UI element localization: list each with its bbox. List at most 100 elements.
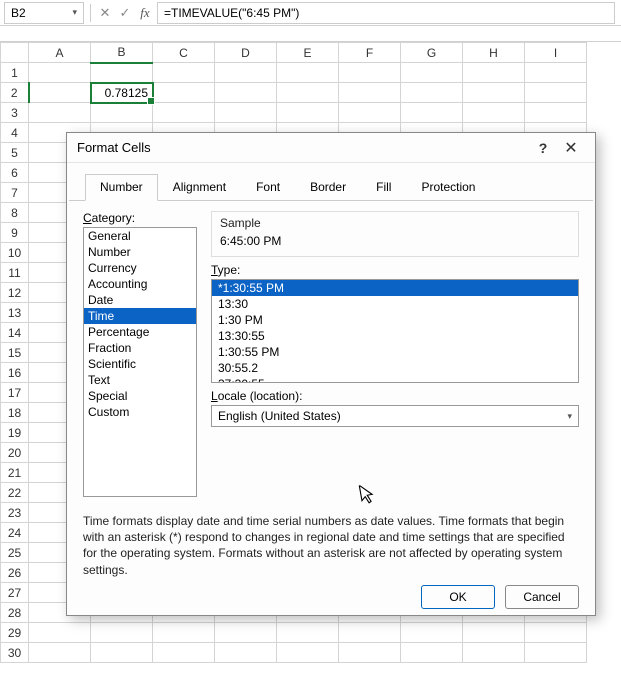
column-header[interactable]: I (525, 43, 587, 63)
cell[interactable] (401, 103, 463, 123)
cell[interactable] (463, 103, 525, 123)
row-header[interactable]: 8 (1, 203, 29, 223)
cell[interactable] (401, 83, 463, 103)
cell[interactable] (29, 83, 91, 103)
cell[interactable] (215, 63, 277, 83)
row-header[interactable]: 21 (1, 463, 29, 483)
cell[interactable] (401, 643, 463, 663)
cell[interactable] (153, 83, 215, 103)
cell[interactable] (91, 63, 153, 83)
row-header[interactable]: 26 (1, 563, 29, 583)
cell[interactable] (215, 83, 277, 103)
tab-fill[interactable]: Fill (361, 174, 406, 201)
type-item[interactable]: *1:30:55 PM (212, 280, 578, 296)
type-list[interactable]: *1:30:55 PM13:301:30 PM13:30:551:30:55 P… (211, 279, 579, 383)
row-header[interactable]: 4 (1, 123, 29, 143)
row-header[interactable]: 22 (1, 483, 29, 503)
row-header[interactable]: 14 (1, 323, 29, 343)
cancel-icon[interactable]: ✕ (97, 5, 113, 21)
type-item[interactable]: 1:30 PM (212, 312, 578, 328)
category-item[interactable]: Fraction (84, 340, 196, 356)
row-header[interactable]: 30 (1, 643, 29, 663)
column-header[interactable]: F (339, 43, 401, 63)
row-header[interactable]: 29 (1, 623, 29, 643)
row-header[interactable]: 15 (1, 343, 29, 363)
enter-icon[interactable]: ✓ (117, 5, 133, 21)
cell[interactable] (339, 103, 401, 123)
tab-alignment[interactable]: Alignment (158, 174, 241, 201)
row-header[interactable]: 18 (1, 403, 29, 423)
category-item[interactable]: Scientific (84, 356, 196, 372)
cell[interactable] (277, 623, 339, 643)
cell[interactable] (525, 623, 587, 643)
cell[interactable] (29, 103, 91, 123)
cell[interactable] (215, 643, 277, 663)
cell[interactable] (277, 643, 339, 663)
row-header[interactable]: 1 (1, 63, 29, 83)
row-header[interactable]: 9 (1, 223, 29, 243)
category-item[interactable]: Special (84, 388, 196, 404)
category-item[interactable]: Accounting (84, 276, 196, 292)
category-item[interactable]: Text (84, 372, 196, 388)
tab-number[interactable]: Number (85, 174, 158, 201)
cell[interactable] (339, 643, 401, 663)
cell[interactable] (215, 623, 277, 643)
category-item[interactable]: Number (84, 244, 196, 260)
row-header[interactable]: 10 (1, 243, 29, 263)
type-item[interactable]: 30:55.2 (212, 360, 578, 376)
type-item[interactable]: 13:30 (212, 296, 578, 312)
ok-button[interactable]: OK (421, 585, 495, 609)
cell[interactable] (525, 63, 587, 83)
cell[interactable] (29, 643, 91, 663)
column-header[interactable]: C (153, 43, 215, 63)
row-header[interactable]: 17 (1, 383, 29, 403)
formula-input[interactable]: =TIMEVALUE("6:45 PM") (157, 2, 615, 24)
cell[interactable] (277, 63, 339, 83)
cell[interactable] (525, 103, 587, 123)
row-header[interactable]: 25 (1, 543, 29, 563)
category-item[interactable]: Date (84, 292, 196, 308)
category-item[interactable]: Custom (84, 404, 196, 420)
select-all-corner[interactable] (1, 43, 29, 63)
row-header[interactable]: 19 (1, 423, 29, 443)
row-header[interactable]: 7 (1, 183, 29, 203)
row-header[interactable]: 28 (1, 603, 29, 623)
cell[interactable] (525, 643, 587, 663)
tab-border[interactable]: Border (295, 174, 361, 201)
cell[interactable] (463, 623, 525, 643)
row-header[interactable]: 23 (1, 503, 29, 523)
cell[interactable] (153, 623, 215, 643)
category-item[interactable]: Currency (84, 260, 196, 276)
cell[interactable] (153, 63, 215, 83)
cell[interactable] (339, 83, 401, 103)
category-item[interactable]: General (84, 228, 196, 244)
help-icon[interactable]: ? (529, 140, 557, 156)
cell[interactable] (215, 103, 277, 123)
cell[interactable] (153, 103, 215, 123)
row-header[interactable]: 12 (1, 283, 29, 303)
cell[interactable] (29, 63, 91, 83)
cell[interactable] (277, 83, 339, 103)
cell[interactable] (463, 643, 525, 663)
cell[interactable] (463, 63, 525, 83)
row-header[interactable]: 3 (1, 103, 29, 123)
category-item[interactable]: Time (84, 308, 196, 324)
category-list[interactable]: GeneralNumberCurrencyAccountingDateTimeP… (83, 227, 197, 497)
tab-protection[interactable]: Protection (406, 174, 490, 201)
column-header[interactable]: D (215, 43, 277, 63)
cell[interactable] (277, 103, 339, 123)
row-header[interactable]: 6 (1, 163, 29, 183)
type-item[interactable]: 37:30:55 (212, 376, 578, 383)
row-header[interactable]: 16 (1, 363, 29, 383)
row-header[interactable]: 24 (1, 523, 29, 543)
cell[interactable] (339, 623, 401, 643)
cell[interactable] (463, 83, 525, 103)
cancel-button[interactable]: Cancel (505, 585, 579, 609)
column-header[interactable]: H (463, 43, 525, 63)
type-item[interactable]: 13:30:55 (212, 328, 578, 344)
cell[interactable] (401, 63, 463, 83)
category-item[interactable]: Percentage (84, 324, 196, 340)
cell[interactable]: 0.78125 (91, 83, 153, 103)
fx-icon[interactable]: fx (137, 5, 153, 21)
cell[interactable] (525, 83, 587, 103)
